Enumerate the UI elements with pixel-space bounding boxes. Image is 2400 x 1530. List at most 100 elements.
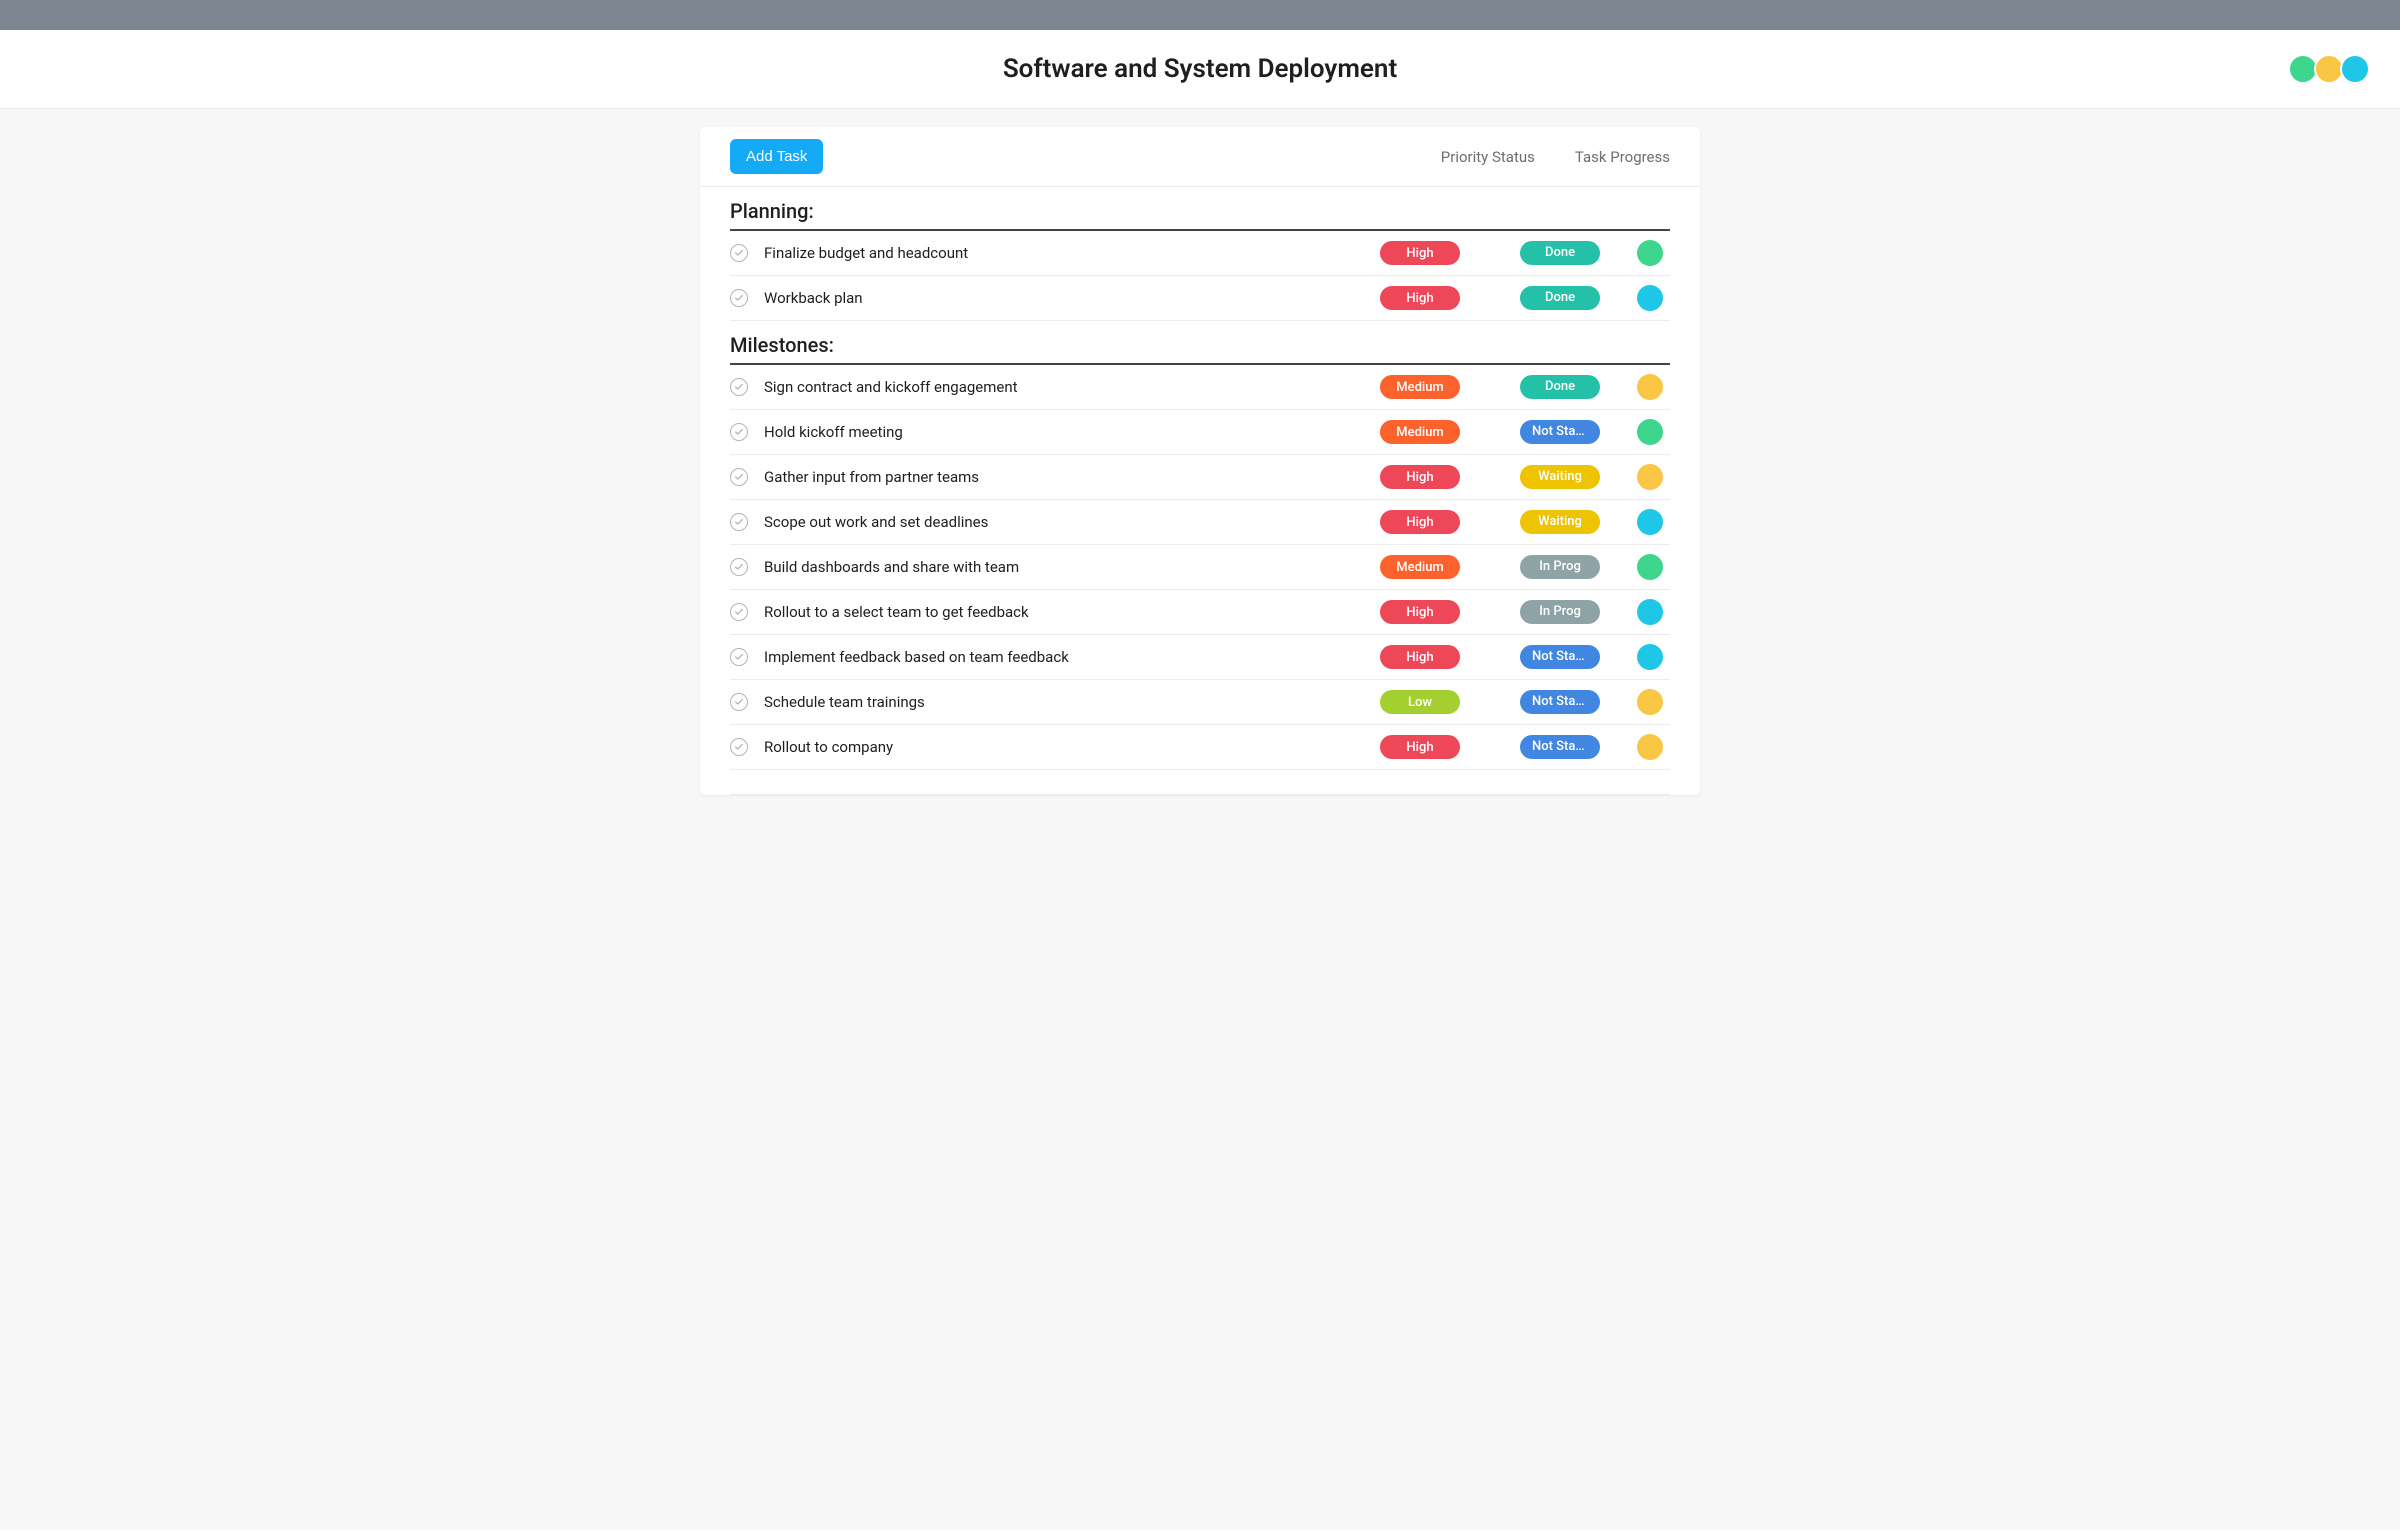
assignee-avatar[interactable] [1637, 734, 1663, 760]
check-circle-icon[interactable] [730, 423, 748, 441]
assignee-avatar[interactable] [1637, 599, 1663, 625]
assignee-cell [1630, 419, 1670, 445]
task-row[interactable]: Gather input from partner teams High Waiti… [730, 455, 1670, 500]
task-row[interactable]: Hold kickoff meeting Medium Not Star… [730, 410, 1670, 455]
check-circle-icon[interactable] [730, 289, 748, 307]
progress-pill[interactable]: Not Star… [1520, 420, 1600, 444]
collaborator-avatar[interactable] [2340, 54, 2370, 84]
progress-pill[interactable]: Done [1520, 286, 1600, 310]
progress-cell: Not Star… [1490, 420, 1630, 444]
priority-pill[interactable]: High [1380, 600, 1460, 624]
assignee-cell [1630, 240, 1670, 266]
progress-pill[interactable]: In Prog [1520, 555, 1600, 579]
task-name[interactable]: Rollout to a select team to get feedback [764, 603, 1350, 621]
task-row[interactable]: Workback plan High Done [730, 276, 1670, 321]
header-avatars [2292, 54, 2370, 84]
assignee-avatar[interactable] [1637, 644, 1663, 670]
assignee-cell [1630, 734, 1670, 760]
progress-pill[interactable]: In Prog [1520, 600, 1600, 624]
assignee-avatar[interactable] [1637, 554, 1663, 580]
progress-pill[interactable]: Waiting [1520, 510, 1600, 534]
assignee-avatar[interactable] [1637, 689, 1663, 715]
task-name[interactable]: Schedule team trainings [764, 693, 1350, 711]
assignee-avatar[interactable] [1637, 240, 1663, 266]
progress-pill[interactable]: Not Star… [1520, 690, 1600, 714]
task-list-container: Add Task Priority Status Task Progress P… [700, 127, 1700, 795]
task-row[interactable]: Implement feedback based on team feedbac… [730, 635, 1670, 680]
task-row[interactable]: Build dashboards and share with team Medi… [730, 545, 1670, 590]
progress-cell: Waiting [1490, 510, 1630, 534]
project-header: Software and System Deployment [0, 30, 2400, 109]
progress-cell: Not Star… [1490, 735, 1630, 759]
assignee-avatar[interactable] [1637, 464, 1663, 490]
toolbar: Add Task Priority Status Task Progress [700, 127, 1700, 187]
progress-cell: Not Star… [1490, 690, 1630, 714]
task-name[interactable]: Gather input from partner teams [764, 468, 1350, 486]
add-task-button[interactable]: Add Task [730, 139, 823, 174]
priority-pill[interactable]: Medium [1380, 555, 1460, 579]
task-row[interactable]: Scope out work and set deadlines High Wait… [730, 500, 1670, 545]
check-circle-icon[interactable] [730, 738, 748, 756]
task-row[interactable]: Rollout to a select team to get feedback… [730, 590, 1670, 635]
priority-cell: Medium [1350, 555, 1490, 579]
priority-cell: High [1350, 241, 1490, 265]
priority-pill[interactable]: High [1380, 465, 1460, 489]
section-title: Planning: [730, 199, 1670, 231]
assignee-avatar[interactable] [1637, 374, 1663, 400]
priority-pill[interactable]: High [1380, 645, 1460, 669]
priority-pill[interactable]: High [1380, 286, 1460, 310]
check-circle-icon[interactable] [730, 513, 748, 531]
task-row[interactable]: Rollout to company High Not Star… [730, 725, 1670, 770]
assignee-cell [1630, 285, 1670, 311]
priority-pill[interactable]: Medium [1380, 375, 1460, 399]
check-circle-icon[interactable] [730, 378, 748, 396]
task-name[interactable]: Sign contract and kickoff engagement [764, 378, 1350, 396]
progress-cell: Waiting [1490, 465, 1630, 489]
progress-pill[interactable]: Done [1520, 241, 1600, 265]
assignee-cell [1630, 554, 1670, 580]
column-headers: Priority Status Task Progress [1441, 148, 1670, 166]
priority-cell: Medium [1350, 420, 1490, 444]
task-row[interactable]: Sign contract and kickoff engagement Medi… [730, 365, 1670, 410]
progress-cell: In Prog [1490, 555, 1630, 579]
priority-pill[interactable]: Low [1380, 690, 1460, 714]
priority-cell: High [1350, 735, 1490, 759]
task-section: Planning: Finalize budget and headcount Hi… [700, 187, 1700, 321]
progress-pill[interactable]: Not Star… [1520, 735, 1600, 759]
section-title: Milestones: [730, 333, 1670, 365]
window-top-bar [0, 0, 2400, 30]
priority-cell: High [1350, 645, 1490, 669]
progress-pill[interactable]: Waiting [1520, 465, 1600, 489]
check-circle-icon[interactable] [730, 558, 748, 576]
priority-pill[interactable]: High [1380, 241, 1460, 265]
progress-cell: Done [1490, 375, 1630, 399]
assignee-avatar[interactable] [1637, 419, 1663, 445]
task-name[interactable]: Finalize budget and headcount [764, 244, 1350, 262]
check-circle-icon[interactable] [730, 693, 748, 711]
progress-pill[interactable]: Done [1520, 375, 1600, 399]
assignee-cell [1630, 689, 1670, 715]
assignee-avatar[interactable] [1637, 509, 1663, 535]
task-name[interactable]: Implement feedback based on team feedbac… [764, 648, 1350, 666]
check-circle-icon[interactable] [730, 244, 748, 262]
assignee-avatar[interactable] [1637, 285, 1663, 311]
task-row[interactable]: Finalize budget and headcount High Done [730, 231, 1670, 276]
assignee-cell [1630, 374, 1670, 400]
bottom-divider [730, 794, 1670, 795]
task-name[interactable]: Build dashboards and share with team [764, 558, 1350, 576]
task-name[interactable]: Scope out work and set deadlines [764, 513, 1350, 531]
check-circle-icon[interactable] [730, 603, 748, 621]
task-name[interactable]: Rollout to company [764, 738, 1350, 756]
check-circle-icon[interactable] [730, 468, 748, 486]
task-row[interactable]: Schedule team trainings Low Not Star… [730, 680, 1670, 725]
progress-cell: In Prog [1490, 600, 1630, 624]
priority-pill[interactable]: High [1380, 735, 1460, 759]
task-name[interactable]: Hold kickoff meeting [764, 423, 1350, 441]
task-name[interactable]: Workback plan [764, 289, 1350, 307]
priority-cell: Low [1350, 690, 1490, 714]
check-circle-icon[interactable] [730, 648, 748, 666]
priority-pill[interactable]: High [1380, 510, 1460, 534]
priority-pill[interactable]: Medium [1380, 420, 1460, 444]
progress-pill[interactable]: Not Star… [1520, 645, 1600, 669]
priority-cell: High [1350, 600, 1490, 624]
